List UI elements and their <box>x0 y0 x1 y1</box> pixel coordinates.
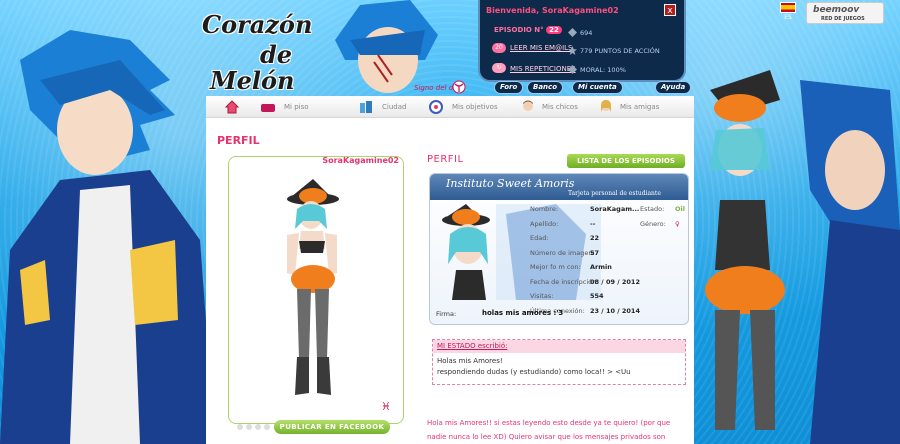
beemoov-subtitle: RED DE JUEGOS <box>821 16 865 22</box>
id-images-label: Número de imagen: <box>530 248 595 257</box>
read-mails-link[interactable]: LEER MIS EM@ILS <box>510 44 572 52</box>
logo-line-3: Melón <box>210 66 295 95</box>
avatar-username: SoraKagamine02 <box>322 156 399 165</box>
episode-link[interactable]: EPISODIO N° 22 <box>494 26 562 34</box>
nav-my-boys-label: Mis chicos <box>542 103 578 111</box>
id-card-subtitle: Tarjeta personal de estudiante <box>568 190 661 197</box>
girl-icon <box>601 100 611 112</box>
city-icon <box>360 101 372 113</box>
game-logo[interactable]: Corazón de Melón <box>196 4 346 96</box>
logo-line-2: de <box>260 40 293 69</box>
id-name-label: Nombre: <box>530 205 559 213</box>
id-row-visits: Visitas: 554 <box>530 289 686 304</box>
id-card-header: Instituto Sweet Amoris Tarjeta personal … <box>430 174 688 200</box>
school-name: Instituto Sweet Amoris <box>446 177 575 190</box>
bio-line-1: Hola mis Amores!! si estas leyendo esto … <box>427 419 671 427</box>
nav-my-goals-label: Mis objetivos <box>452 103 498 111</box>
episode-label: EPISODIO N° <box>494 26 544 34</box>
repeats-link[interactable]: MIS REPETICIONES <box>510 65 576 73</box>
id-status-label: Estado: <box>640 205 665 213</box>
header-character-illustration <box>335 0 438 93</box>
id-best-match-value: Armin <box>590 263 612 271</box>
action-points-value: 779 PUNTOS DE ACCIÓN <box>580 47 660 55</box>
logo-line-1: Corazón <box>202 10 313 39</box>
id-last-connection-value: 23 / 10 / 2014 <box>590 306 640 315</box>
profile-bio: Hola mis Amores!! si estas leyendo esto … <box>427 416 687 444</box>
id-row-best-match: Mejor fo m con: Armin <box>530 260 686 275</box>
main-navigation: Mi piso Ciudad Mis objetivos Mis chicos … <box>206 96 694 118</box>
student-id-card: Instituto Sweet Amoris Tarjeta personal … <box>429 173 689 325</box>
id-surname-label: Apellido: <box>530 219 559 228</box>
status-header: MI ESTADO escribió: <box>433 340 685 353</box>
status-line-1: Holas mis Amores! <box>437 357 503 365</box>
id-row-images: Número de imagen: 57 <box>530 246 686 261</box>
left-character-illustration <box>0 30 215 444</box>
id-card-fields: Nombre: SoraKagam... Estado: Oil Apellid… <box>530 202 686 318</box>
page-title: PERFIL <box>217 134 260 147</box>
id-name-value: SoraKagam... <box>590 205 640 213</box>
moral-icon <box>568 65 577 74</box>
action-points-icon <box>568 46 577 55</box>
id-visits-value: 554 <box>590 292 604 300</box>
id-signup-value: 08 / 09 / 2012 <box>590 277 640 286</box>
help-button[interactable]: Ayuda <box>655 81 692 94</box>
coins-icon <box>568 28 577 37</box>
status-text: Holas mis Amores! respondiendo dudas (y … <box>437 356 631 378</box>
forum-button[interactable]: Foro <box>494 81 524 94</box>
status-label[interactable]: MI ESTADO escribió: <box>437 342 508 350</box>
nav-my-friends-label: Mis amigas <box>620 103 660 111</box>
id-best-match-label: Mejor fo m con: <box>530 263 581 271</box>
status-box: MI ESTADO escribió: Holas mis Amores! re… <box>432 339 686 385</box>
publish-facebook-button[interactable]: PUBLICAR EN FACEBOOK <box>274 420 390 434</box>
zodiac-sign-icon[interactable] <box>452 80 466 94</box>
female-icon: ♀ <box>675 219 680 228</box>
nav-my-apartment-label: Mi piso <box>284 103 309 111</box>
profile-page: PERFIL SoraKagamine02 ♓ PUBLICAR EN FACE… <box>206 118 694 444</box>
my-account-button[interactable]: Mi cuenta <box>572 81 623 94</box>
id-signup-label: Fecha de inscripción: <box>530 277 599 286</box>
avatar-card: SoraKagamine02 ♓ <box>228 156 404 424</box>
signature-value: holas mis amores :'3 <box>482 309 564 317</box>
coins-value: 694 <box>580 29 593 37</box>
beemoov-logo: beemoov <box>813 5 860 15</box>
id-visits-label: Visitas: <box>530 292 554 300</box>
target-icon <box>429 100 443 114</box>
signature-label: Firma: <box>436 310 457 318</box>
id-surname-value: -- <box>590 219 596 228</box>
bio-line-2: nadie nunca lo lee XD) Quiero avisar que… <box>427 433 666 441</box>
status-line-2: respondiendo dudas (y estudiando) como l… <box>437 368 631 376</box>
id-row-signup-date: Fecha de inscripción: 08 / 09 / 2012 <box>530 275 686 290</box>
profile-section-title: PERFIL <box>427 154 464 165</box>
id-age-value: 22 <box>590 234 600 242</box>
welcome-text: Bienvenida, SoraKagamine02 <box>486 6 619 15</box>
home-icon <box>224 100 240 114</box>
moral-value: MORAL: 100% <box>580 66 626 74</box>
id-status-value: Oil <box>675 205 685 213</box>
avatar-figure <box>287 179 339 395</box>
id-age-label: Edad: <box>530 234 549 242</box>
nav-city-label: Ciudad <box>382 103 407 111</box>
pisces-icon: ♓ <box>381 400 391 413</box>
right-character-illustration <box>705 70 900 444</box>
id-row-name: Nombre: SoraKagam... Estado: Oil <box>530 202 686 217</box>
id-row-surname: Apellido: -- Género: ♀ <box>530 217 686 232</box>
language-code: ES <box>784 14 792 21</box>
boy-icon <box>523 100 533 111</box>
episode-number: 22 <box>546 26 562 34</box>
episodes-list-button[interactable]: LISTA DE LOS EPISODIOS <box>567 154 685 168</box>
language-selector[interactable]: ES <box>780 2 796 24</box>
facebook-share-decoration <box>237 424 270 430</box>
id-gender-label: Género: <box>640 219 666 228</box>
repeats-icon: ↻ <box>492 63 506 73</box>
id-images-value: 57 <box>590 248 600 257</box>
spain-flag-icon <box>780 2 796 13</box>
sofa-icon <box>261 104 275 112</box>
user-panel: Bienvenida, SoraKagamine02 x EPISODIO N°… <box>478 0 686 82</box>
id-row-age: Edad: 22 <box>530 231 686 246</box>
beemoov-network-link[interactable]: beemoov RED DE JUEGOS <box>806 2 884 24</box>
bank-button[interactable]: Banco <box>527 81 564 94</box>
mail-count-badge: 20 <box>492 43 506 53</box>
close-panel-button[interactable]: x <box>664 4 676 16</box>
